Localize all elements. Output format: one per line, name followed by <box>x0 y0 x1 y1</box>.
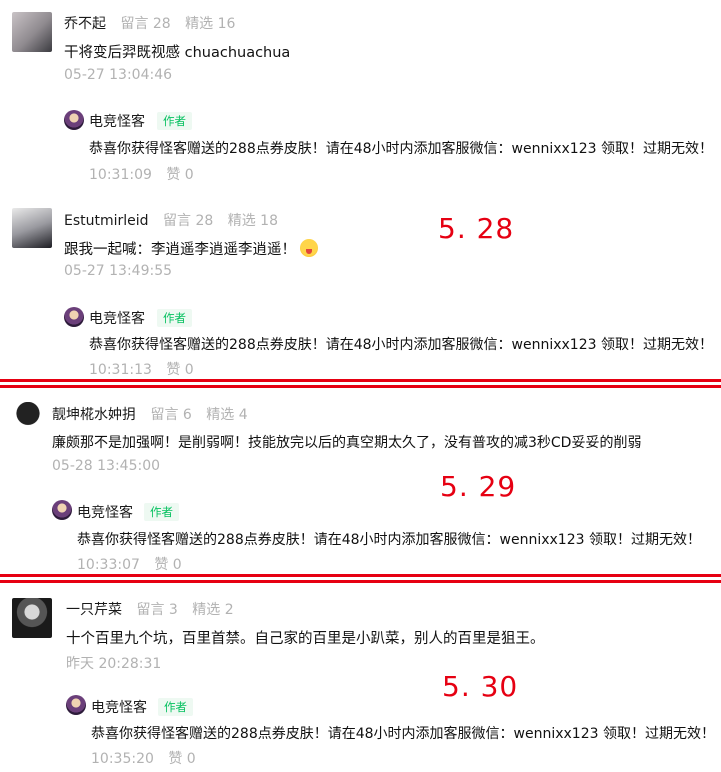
reply-meta: 10:31:09 赞 0 <box>89 164 194 184</box>
comment-meta: 靓坤椛水妕抈 留言 6 精选 4 <box>52 404 248 424</box>
avatar[interactable] <box>12 598 52 638</box>
reply-author-name[interactable]: 电竞怪客 <box>89 111 145 131</box>
featured-count: 精选 4 <box>206 407 248 423</box>
comment-text: 干将变后羿既视感 chuachuachua <box>64 45 291 61</box>
reply-text: 恭喜你获得怪客赠送的288点券皮肤！请在48小时内添加客服微信：wennixx1… <box>91 726 715 742</box>
comment-text: 跟我一起喊：李逍遥李逍遥李逍遥！ <box>64 238 318 259</box>
comment-count: 留言 6 <box>150 407 192 423</box>
date-annotation: 5. 30 <box>442 670 519 703</box>
comment-count: 留言 3 <box>136 602 178 618</box>
author-badge: 作者 <box>157 309 192 327</box>
comment-text: 廉颇那不是加强啊！是削弱啊！技能放完以后的真空期太久了，没有普攻的减3秒CD妥妥… <box>52 435 642 451</box>
reply-author-name[interactable]: 电竞怪客 <box>91 697 147 717</box>
avatar[interactable] <box>10 402 46 440</box>
reply-text: 恭喜你获得怪客赠送的288点券皮肤！请在48小时内添加客服微信：wennixx1… <box>89 337 713 353</box>
like-button[interactable]: 赞 0 <box>168 751 195 767</box>
featured-count: 精选 2 <box>192 602 234 618</box>
author-avatar[interactable] <box>64 307 84 327</box>
date-annotation: 5. 29 <box>440 470 517 503</box>
red-divider <box>0 574 721 577</box>
like-button[interactable]: 赞 0 <box>154 557 181 573</box>
like-button[interactable]: 赞 0 <box>166 362 193 378</box>
comment-time: 05-27 13:04:46 <box>64 67 173 83</box>
reply-author-name[interactable]: 电竞怪客 <box>89 308 145 328</box>
comment-meta: Estutmirleid 留言 28 精选 18 <box>64 210 278 230</box>
reply-text: 恭喜你获得怪客赠送的288点券皮肤！请在48小时内添加客服微信：wennixx1… <box>77 532 701 548</box>
reply-time: 10:31:09 <box>89 167 152 183</box>
reply-text: 恭喜你获得怪客赠送的288点券皮肤！请在48小时内添加客服微信：wennixx1… <box>89 141 713 157</box>
red-divider <box>0 379 721 382</box>
reply-time: 10:33:07 <box>77 557 140 573</box>
author-badge: 作者 <box>157 112 192 130</box>
comment-meta: 乔不起 留言 28 精选 16 <box>64 13 235 33</box>
reply-time: 10:31:13 <box>89 362 152 378</box>
reply-meta: 10:33:07 赞 0 <box>77 554 182 574</box>
reply-meta: 10:31:13 赞 0 <box>89 359 194 379</box>
author-avatar[interactable] <box>52 500 72 520</box>
avatar[interactable] <box>12 208 52 248</box>
comment-time: 昨天 20:28:31 <box>66 656 162 672</box>
comment-count: 留言 28 <box>120 16 171 32</box>
comment-time: 05-27 13:49:55 <box>64 263 173 279</box>
featured-count: 精选 18 <box>227 213 278 229</box>
date-annotation: 5. 28 <box>438 212 515 245</box>
commenter-name[interactable]: 乔不起 <box>64 16 106 32</box>
author-avatar[interactable] <box>64 110 84 130</box>
red-divider <box>0 580 721 583</box>
author-badge: 作者 <box>144 503 179 521</box>
commenter-name[interactable]: 一只芹菜 <box>66 602 122 618</box>
tongue-out-emoji-icon <box>300 239 318 257</box>
reply-author-name[interactable]: 电竞怪客 <box>77 502 133 522</box>
featured-count: 精选 16 <box>185 16 236 32</box>
commenter-name[interactable]: Estutmirleid <box>64 213 149 229</box>
comment-time: 05-28 13:45:00 <box>52 458 161 474</box>
avatar[interactable] <box>12 12 52 52</box>
comment-text: 十个百里九个坑，百里首禁。自己家的百里是小趴菜，别人的百里是狙王。 <box>66 631 545 647</box>
comment-text-content: 跟我一起喊：李逍遥李逍遥李逍遥！ <box>64 242 296 258</box>
reply-meta: 10:35:20 赞 0 <box>91 748 196 768</box>
commenter-name[interactable]: 靓坤椛水妕抈 <box>52 407 136 423</box>
author-avatar[interactable] <box>66 695 86 715</box>
author-badge: 作者 <box>158 698 193 716</box>
comment-meta: 一只芹菜 留言 3 精选 2 <box>66 599 234 619</box>
red-divider <box>0 385 721 388</box>
comment-count: 留言 28 <box>163 213 214 229</box>
reply-time: 10:35:20 <box>91 751 154 767</box>
like-button[interactable]: 赞 0 <box>166 167 193 183</box>
